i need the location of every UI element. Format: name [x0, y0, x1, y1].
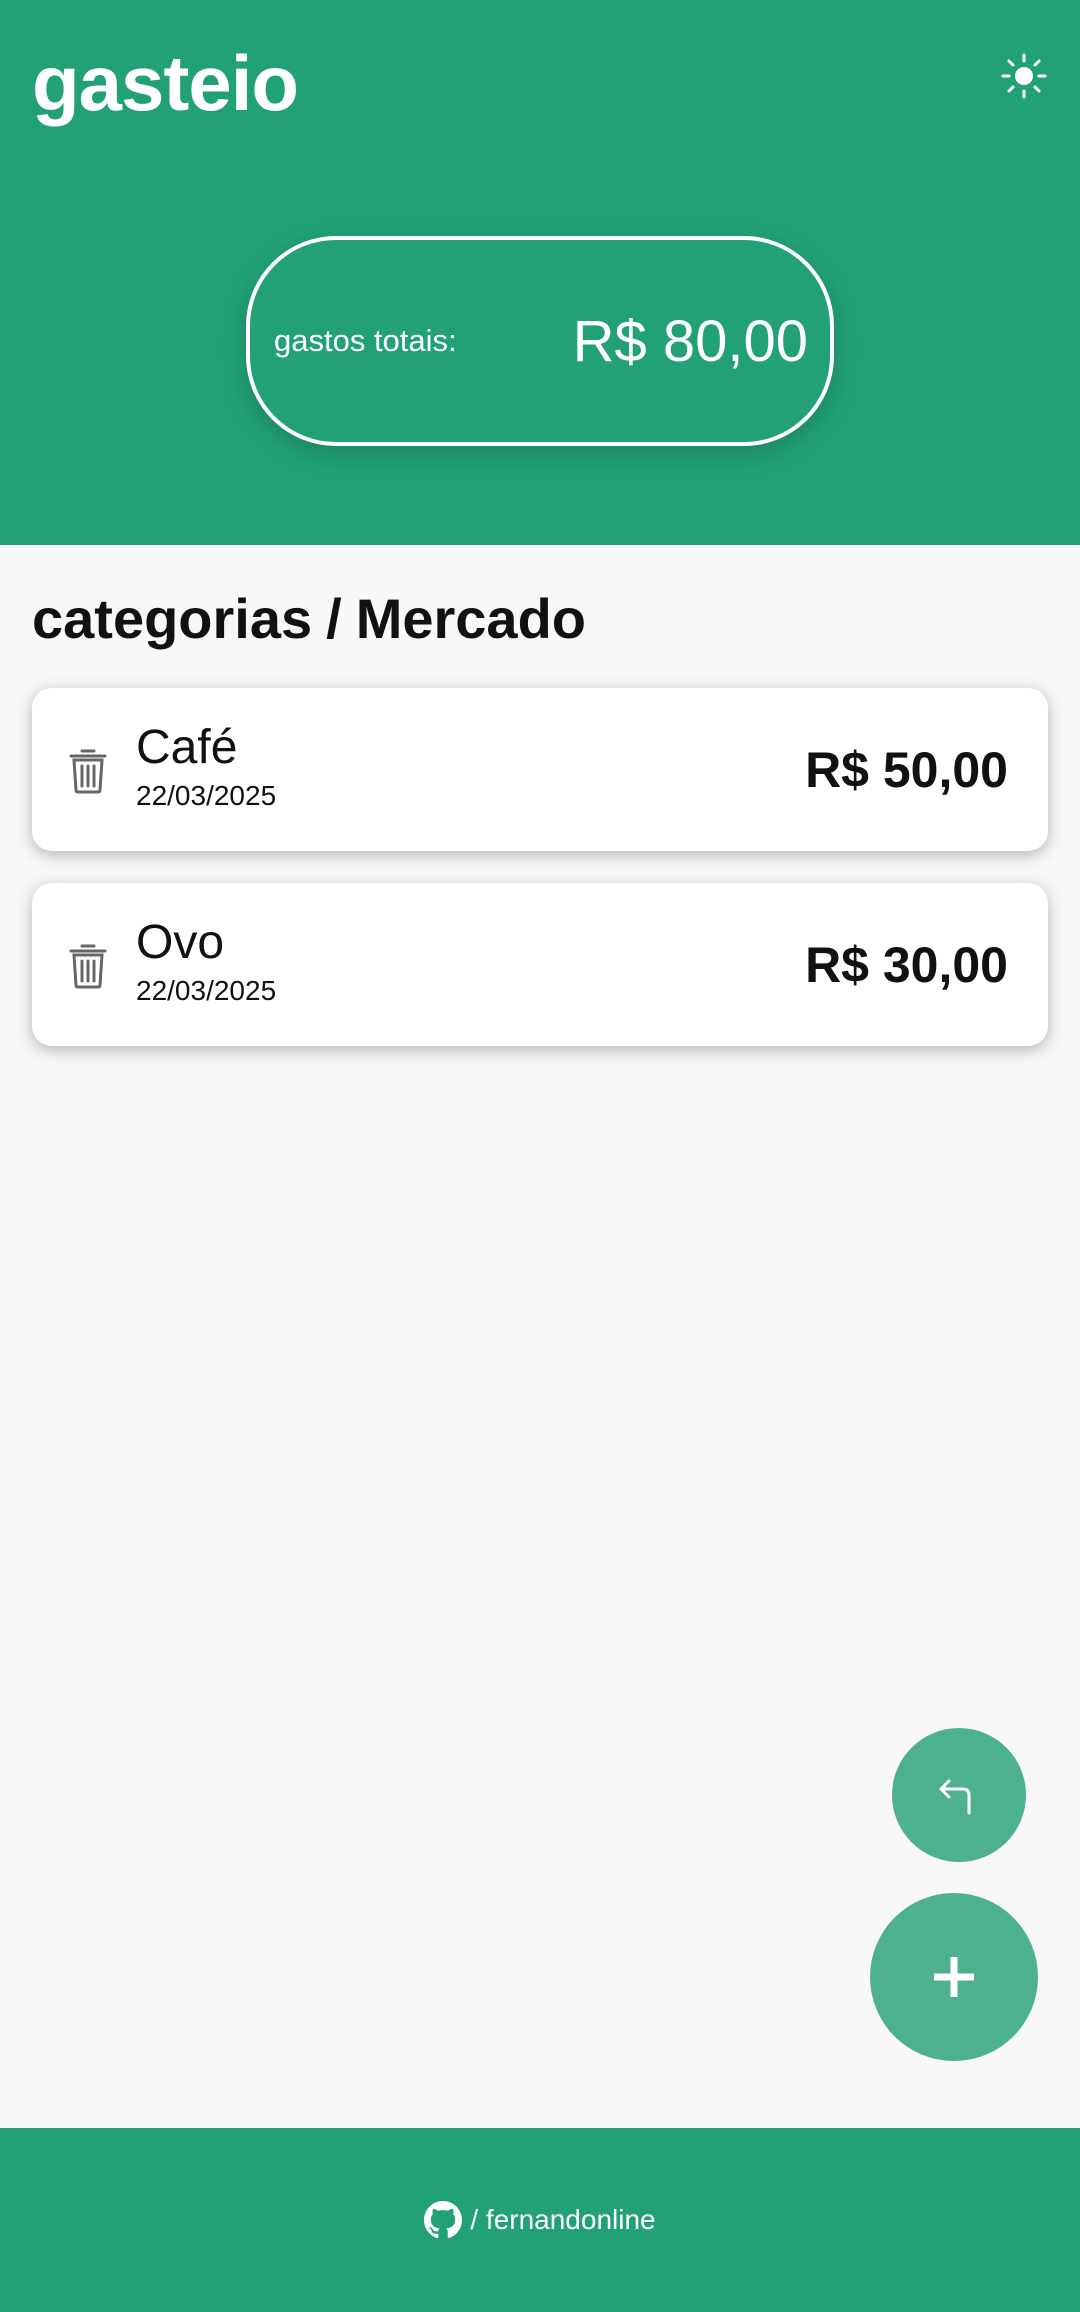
page-title: categorias / Mercado: [32, 588, 586, 650]
total-expenses-card: gastos totais: R$ 80,00: [246, 236, 834, 446]
plus-icon: [934, 1957, 974, 1997]
item-text: Café 22/03/2025: [136, 724, 276, 812]
item-name: Café: [136, 721, 238, 774]
theme-toggle-button[interactable]: [998, 50, 1050, 102]
breadcrumb-root[interactable]: categorias: [32, 587, 312, 650]
item-text: Ovo 22/03/2025: [136, 919, 276, 1007]
item-name: Ovo: [136, 916, 225, 969]
github-icon: [424, 2201, 463, 2239]
item-date: 22/03/2025: [136, 780, 277, 811]
list-item[interactable]: Café 22/03/2025 R$ 50,00: [32, 688, 1048, 851]
header: gasteio gastos totais: R$ 80,00: [0, 0, 1080, 545]
sun-icon: [1001, 53, 1047, 99]
back-button[interactable]: [892, 1728, 1026, 1862]
breadcrumb-current: Mercado: [355, 587, 586, 650]
return-arrow-icon: [939, 1779, 971, 1815]
github-link[interactable]: / fernandonline: [424, 2201, 656, 2239]
item-date: 22/03/2025: [136, 975, 277, 1006]
app-screen: gasteio gastos totais: R$ 80,00 categori…: [0, 0, 1080, 2312]
github-link-text: / fernandonline: [470, 2204, 656, 2235]
list-item[interactable]: Ovo 22/03/2025 R$ 30,00: [32, 883, 1048, 1046]
add-expense-button[interactable]: [870, 1893, 1038, 2061]
footer: / fernandonline: [0, 2128, 1080, 2312]
expense-list: Café 22/03/2025 R$ 50,00 Ovo 22/03/2025: [32, 688, 1048, 1078]
breadcrumb-separator: /: [326, 587, 342, 650]
trash-icon[interactable]: [68, 941, 108, 989]
item-amount: R$ 30,00: [805, 936, 1008, 993]
total-value: R$ 80,00: [572, 308, 808, 374]
trash-icon[interactable]: [68, 746, 108, 794]
item-amount: R$ 50,00: [805, 741, 1008, 798]
app-logo: gasteio: [32, 39, 299, 127]
total-label: gastos totais:: [274, 323, 457, 358]
